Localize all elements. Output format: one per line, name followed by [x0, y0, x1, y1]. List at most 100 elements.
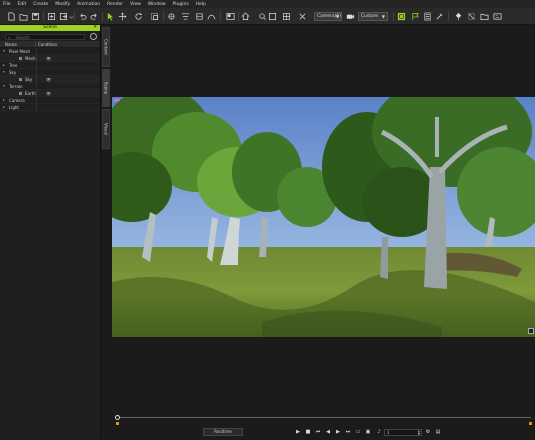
- tree-item-label: Mesh: [25, 56, 36, 61]
- expand-arrow-icon[interactable]: ▾: [3, 83, 5, 90]
- tree-item-sky[interactable]: ▾ Sky: [0, 69, 100, 76]
- start-marker-icon[interactable]: [116, 422, 119, 425]
- stop-icon[interactable]: ■: [305, 429, 311, 435]
- tree-item-terrain-child[interactable]: Earth 👁: [0, 90, 100, 97]
- menu-window[interactable]: Window: [148, 2, 166, 7]
- pin-icon[interactable]: [454, 12, 463, 21]
- camera-select[interactable]: Camera(0) ▼: [314, 12, 342, 21]
- sky-icon: [19, 78, 22, 81]
- flag-icon[interactable]: [411, 12, 420, 21]
- prev-frame-icon[interactable]: ◀: [325, 429, 331, 435]
- playback-mode-select[interactable]: Realtime: [203, 428, 243, 436]
- move-tool-icon[interactable]: [118, 12, 127, 21]
- side-tabs: Content Scene Visual: [101, 25, 111, 439]
- align-icon[interactable]: [181, 12, 190, 21]
- screenshot-icon[interactable]: [493, 12, 502, 21]
- first-frame-icon[interactable]: ⏮: [315, 429, 321, 435]
- tree-item-mesh[interactable]: Mesh 👁: [0, 55, 100, 62]
- settings-icon[interactable]: ⚙: [425, 429, 431, 435]
- menu-modify[interactable]: Modify: [55, 2, 70, 7]
- record-icon[interactable]: ▣: [365, 429, 371, 435]
- menu-animation[interactable]: Animation: [77, 2, 100, 7]
- tab-label: Visual: [103, 123, 109, 135]
- frame-input[interactable]: [385, 430, 413, 435]
- frame-spinner-icon[interactable]: ▲ ▼: [418, 430, 420, 436]
- column-name[interactable]: Name: [0, 42, 36, 47]
- rotate-tool-icon[interactable]: [134, 12, 143, 21]
- tree-item-pixel-mesh[interactable]: ▾ Pixel Mesh: [0, 48, 100, 55]
- viewport-options-icon[interactable]: [528, 328, 534, 334]
- 3d-viewport[interactable]: ▮▮▮: [112, 97, 535, 337]
- loop-icon[interactable]: ▭: [355, 429, 361, 435]
- expand-arrow-icon[interactable]: ▾: [3, 69, 5, 76]
- tree-item-label: Tree: [9, 63, 18, 68]
- transform-gizmo-icon[interactable]: [167, 12, 176, 21]
- export-dropdown-icon[interactable]: [67, 12, 74, 21]
- expand-arrow-icon[interactable]: ▸: [3, 62, 5, 69]
- frame-selected-icon[interactable]: [268, 12, 277, 21]
- tab-content[interactable]: Content: [102, 27, 110, 67]
- axis-gizmo-icon[interactable]: [298, 12, 307, 21]
- menu-edit[interactable]: Edit: [18, 2, 27, 7]
- resize-icon[interactable]: [467, 12, 476, 21]
- tab-scene[interactable]: Scene: [102, 69, 110, 107]
- timeline-scrubber[interactable]: [115, 415, 120, 420]
- zoom-view-icon[interactable]: [258, 12, 267, 21]
- save-icon[interactable]: [31, 12, 40, 21]
- menu-view[interactable]: View: [130, 2, 141, 7]
- search-options-icon[interactable]: [90, 33, 97, 40]
- audio-icon[interactable]: ♪: [376, 429, 382, 435]
- tab-visual[interactable]: Visual: [102, 109, 110, 149]
- scale-tool-icon[interactable]: [150, 12, 159, 21]
- menu-file[interactable]: File: [3, 2, 11, 7]
- playback-mode-value: Realtime: [214, 429, 232, 434]
- visibility-icon[interactable]: 👁: [46, 90, 51, 97]
- visibility-icon[interactable]: 👁: [46, 76, 51, 83]
- camera-icon[interactable]: [346, 12, 355, 21]
- search-row: ⌕: [0, 31, 100, 42]
- expand-arrow-icon[interactable]: ▾: [3, 48, 5, 55]
- search-icon: ⌕: [8, 35, 11, 40]
- undo-icon[interactable]: [78, 12, 87, 21]
- column-condition[interactable]: Condition: [36, 42, 57, 47]
- tree-item-label: Sky: [25, 77, 33, 82]
- tree-item-tree[interactable]: ▸ Tree: [0, 62, 100, 69]
- menu-bar: File Edit Create Modify Animation Render…: [0, 0, 535, 8]
- eyedropper-icon[interactable]: [435, 12, 444, 21]
- last-frame-icon[interactable]: ⏭: [345, 429, 351, 435]
- document-icon[interactable]: [423, 12, 432, 21]
- viewport-layout-icon[interactable]: [226, 12, 235, 21]
- open-file-icon[interactable]: [19, 12, 28, 21]
- next-frame-icon[interactable]: ▶: [335, 429, 341, 435]
- folder-icon[interactable]: [480, 12, 489, 21]
- tree-item-camera[interactable]: ▸ Camera: [0, 97, 100, 104]
- tree-item-light[interactable]: ▸ Light: [0, 104, 100, 111]
- expand-arrow-icon[interactable]: ▸: [3, 104, 5, 111]
- import-icon[interactable]: [47, 12, 56, 21]
- new-file-icon[interactable]: [7, 12, 16, 21]
- redo-icon[interactable]: [90, 12, 99, 21]
- tree-item-terrain[interactable]: ▾ Terrain: [0, 83, 100, 90]
- timeline-track[interactable]: [118, 417, 531, 418]
- mesh-icon: [19, 57, 22, 60]
- menu-create[interactable]: Create: [33, 2, 48, 7]
- expand-arrow-icon[interactable]: ▸: [3, 97, 5, 104]
- menu-help[interactable]: Help: [196, 2, 206, 7]
- select-tool-icon[interactable]: [106, 12, 115, 21]
- search-box: ⌕: [5, 34, 85, 40]
- home-view-icon[interactable]: [241, 12, 250, 21]
- visibility-icon[interactable]: 👁: [46, 55, 51, 62]
- play-icon[interactable]: ▶: [295, 429, 301, 435]
- menu-render[interactable]: Render: [107, 2, 123, 7]
- render-mode-value: Custom: [361, 14, 379, 19]
- timeline-options-icon[interactable]: ▤: [435, 429, 441, 435]
- tree-item-sky-child[interactable]: Sky 👁: [0, 76, 100, 83]
- curve-icon[interactable]: [207, 12, 216, 21]
- grid-toggle-icon[interactable]: [397, 12, 406, 21]
- render-mode-select[interactable]: Custom ▼: [358, 12, 388, 21]
- search-input[interactable]: [16, 35, 84, 40]
- menu-plugins[interactable]: Plugins: [173, 2, 189, 7]
- grid-view-icon[interactable]: [282, 12, 291, 21]
- end-marker-icon[interactable]: [529, 422, 532, 425]
- snap-icon[interactable]: [195, 12, 204, 21]
